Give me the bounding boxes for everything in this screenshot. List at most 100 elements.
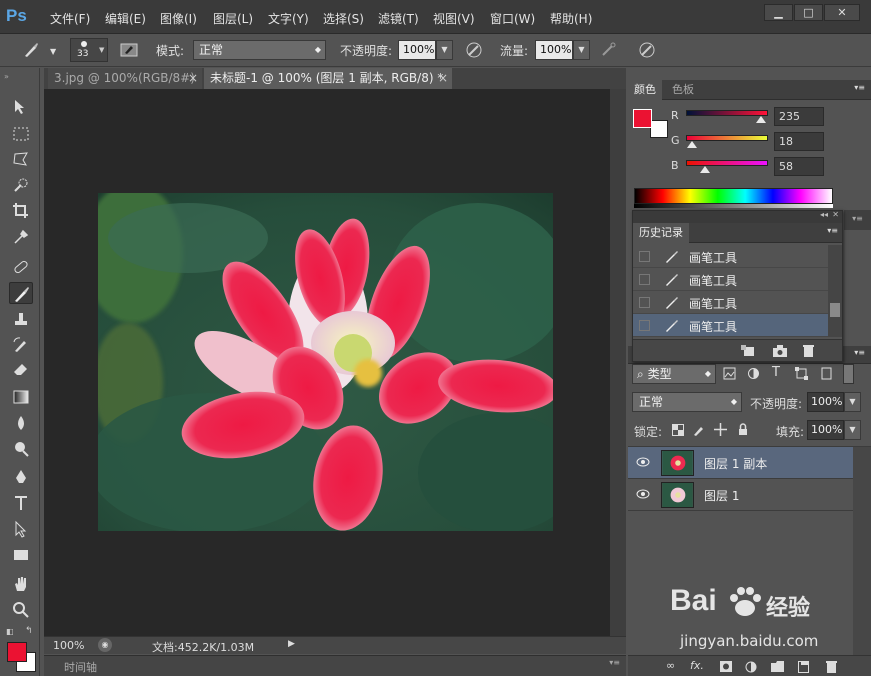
type-filter-icon[interactable]: T: [772, 365, 780, 380]
b-slider[interactable]: [686, 160, 768, 166]
menu-file[interactable]: 文件(F): [50, 10, 90, 27]
tab-color[interactable]: 颜色: [628, 80, 662, 100]
swap-colors-icon[interactable]: ↰: [25, 626, 33, 636]
r-slider-thumb[interactable]: [756, 116, 767, 123]
g-value[interactable]: 18: [774, 132, 824, 151]
close-tab-icon[interactable]: ×: [188, 68, 198, 88]
layer-opacity-input[interactable]: 100%: [807, 392, 844, 412]
grayscale-bar[interactable]: [634, 204, 833, 208]
new-layer-icon[interactable]: [798, 661, 809, 673]
preset-arrow-icon[interactable]: ▼: [50, 47, 56, 56]
panel-menu-icon[interactable]: ▾≡: [854, 348, 865, 357]
fill-arrow-button[interactable]: ▼: [844, 420, 861, 440]
filter-toggle-switch[interactable]: [843, 364, 854, 384]
menu-type[interactable]: 文字(Y): [268, 10, 309, 27]
dodge-tool[interactable]: [9, 438, 33, 460]
layers-scrollbar[interactable]: [853, 447, 871, 655]
adjustment-layer-icon[interactable]: [745, 661, 757, 673]
menu-image[interactable]: 图像(I): [160, 10, 197, 27]
timeline-tab[interactable]: 时间轴: [64, 659, 97, 675]
menu-window[interactable]: 窗口(W): [490, 10, 535, 27]
menu-view[interactable]: 视图(V): [433, 10, 475, 27]
history-item[interactable]: 画笔工具: [633, 314, 828, 337]
foreground-color-swatch[interactable]: [633, 109, 652, 128]
minimize-button[interactable]: ▁: [764, 4, 793, 21]
pressure-opacity-icon[interactable]: [465, 41, 483, 59]
layer-filter-select[interactable]: ⌕ 类型 ◆: [632, 364, 716, 384]
panel-grip[interactable]: ◂◂ ✕: [633, 210, 842, 223]
gradient-tool[interactable]: [9, 386, 33, 408]
opacity-input[interactable]: 100%: [398, 40, 436, 60]
tab-untitled-1[interactable]: 未标题-1 @ 100% (图层 1 副本, RGB/8) * ×: [204, 68, 452, 89]
history-item[interactable]: 画笔工具: [633, 245, 828, 268]
zoom-tool[interactable]: [9, 599, 33, 621]
brush-panel-toggle-icon[interactable]: [120, 41, 138, 59]
collapse-icon[interactable]: »: [4, 72, 9, 81]
panel-menu-icon[interactable]: ▾≡: [609, 658, 620, 667]
g-slider[interactable]: [686, 135, 768, 141]
link-layers-icon[interactable]: ∞: [666, 659, 675, 672]
color-spectrum-bar[interactable]: [634, 188, 833, 204]
menu-filter[interactable]: 滤镜(T): [378, 10, 419, 27]
flow-arrow-button[interactable]: ▼: [573, 40, 590, 60]
default-colors-icon[interactable]: ◧: [6, 627, 14, 636]
zoom-level[interactable]: 100%: [53, 639, 84, 652]
lock-pixels-icon[interactable]: [692, 423, 705, 436]
trash-icon[interactable]: [803, 344, 814, 357]
type-tool[interactable]: [9, 492, 33, 514]
trash-icon[interactable]: [826, 660, 837, 673]
collapse-icon[interactable]: ◂◂: [820, 210, 828, 219]
mode-select[interactable]: 正常 ◆: [193, 40, 326, 60]
lock-all-icon[interactable]: [737, 423, 749, 436]
image-filter-icon[interactable]: [723, 367, 736, 380]
panel-menu-icon[interactable]: ▾≡: [827, 226, 838, 235]
visibility-eye-icon[interactable]: [636, 489, 650, 499]
brush-tool[interactable]: [9, 282, 33, 304]
menu-edit[interactable]: 编辑(E): [105, 10, 146, 27]
maximize-button[interactable]: □: [794, 4, 823, 21]
history-checkbox[interactable]: [639, 274, 650, 285]
crop-tool[interactable]: [9, 200, 33, 222]
close-panel-icon[interactable]: ✕: [832, 210, 839, 219]
history-item[interactable]: 画笔工具: [633, 268, 828, 291]
pen-tool[interactable]: [9, 466, 33, 488]
menu-select[interactable]: 选择(S): [323, 10, 364, 27]
vertical-scrollbar[interactable]: [610, 89, 626, 636]
quick-select-tool[interactable]: [9, 174, 33, 196]
hand-tool[interactable]: [9, 573, 33, 595]
status-menu-arrow-icon[interactable]: ▶: [288, 639, 295, 649]
blur-tool[interactable]: [9, 412, 33, 434]
history-checkbox[interactable]: [639, 320, 650, 331]
blend-mode-select[interactable]: 正常 ◆: [632, 392, 742, 412]
tab-3jpg[interactable]: 3.jpg @ 100%(RGB/8#) ×: [48, 68, 202, 89]
camera-icon[interactable]: [773, 345, 787, 357]
b-slider-thumb[interactable]: [699, 166, 710, 173]
lasso-tool[interactable]: [9, 148, 33, 170]
visibility-eye-icon[interactable]: [636, 457, 650, 467]
history-scrollbar[interactable]: [828, 245, 842, 337]
tab-history[interactable]: 历史记录: [633, 223, 689, 243]
eraser-tool[interactable]: [9, 358, 33, 380]
layer-name[interactable]: 图层 1: [704, 487, 739, 504]
airbrush-icon[interactable]: [600, 41, 618, 59]
move-tool[interactable]: [9, 96, 33, 118]
panel-menu-icon[interactable]: ▾≡: [844, 210, 871, 230]
add-mask-icon[interactable]: [720, 661, 732, 672]
layer-row[interactable]: 图层 1: [628, 479, 853, 511]
brush-size-picker[interactable]: 33 ▼: [70, 38, 108, 62]
share-icon[interactable]: ◉: [98, 638, 112, 652]
r-value[interactable]: 235: [774, 107, 824, 126]
rectangle-tool[interactable]: [9, 544, 33, 566]
g-slider-thumb[interactable]: [686, 141, 697, 148]
b-value[interactable]: 58: [774, 157, 824, 176]
close-button[interactable]: ✕: [824, 4, 860, 21]
lock-transparent-icon[interactable]: [672, 424, 684, 436]
adjustment-filter-icon[interactable]: [747, 367, 760, 380]
shape-filter-icon[interactable]: [795, 367, 808, 380]
layer-name[interactable]: 图层 1 副本: [704, 455, 767, 472]
healing-brush-tool[interactable]: [9, 256, 33, 278]
menu-layer[interactable]: 图层(L): [213, 10, 253, 27]
history-checkbox[interactable]: [639, 297, 650, 308]
flow-input[interactable]: 100%: [535, 40, 573, 60]
history-item[interactable]: 画笔工具: [633, 291, 828, 314]
